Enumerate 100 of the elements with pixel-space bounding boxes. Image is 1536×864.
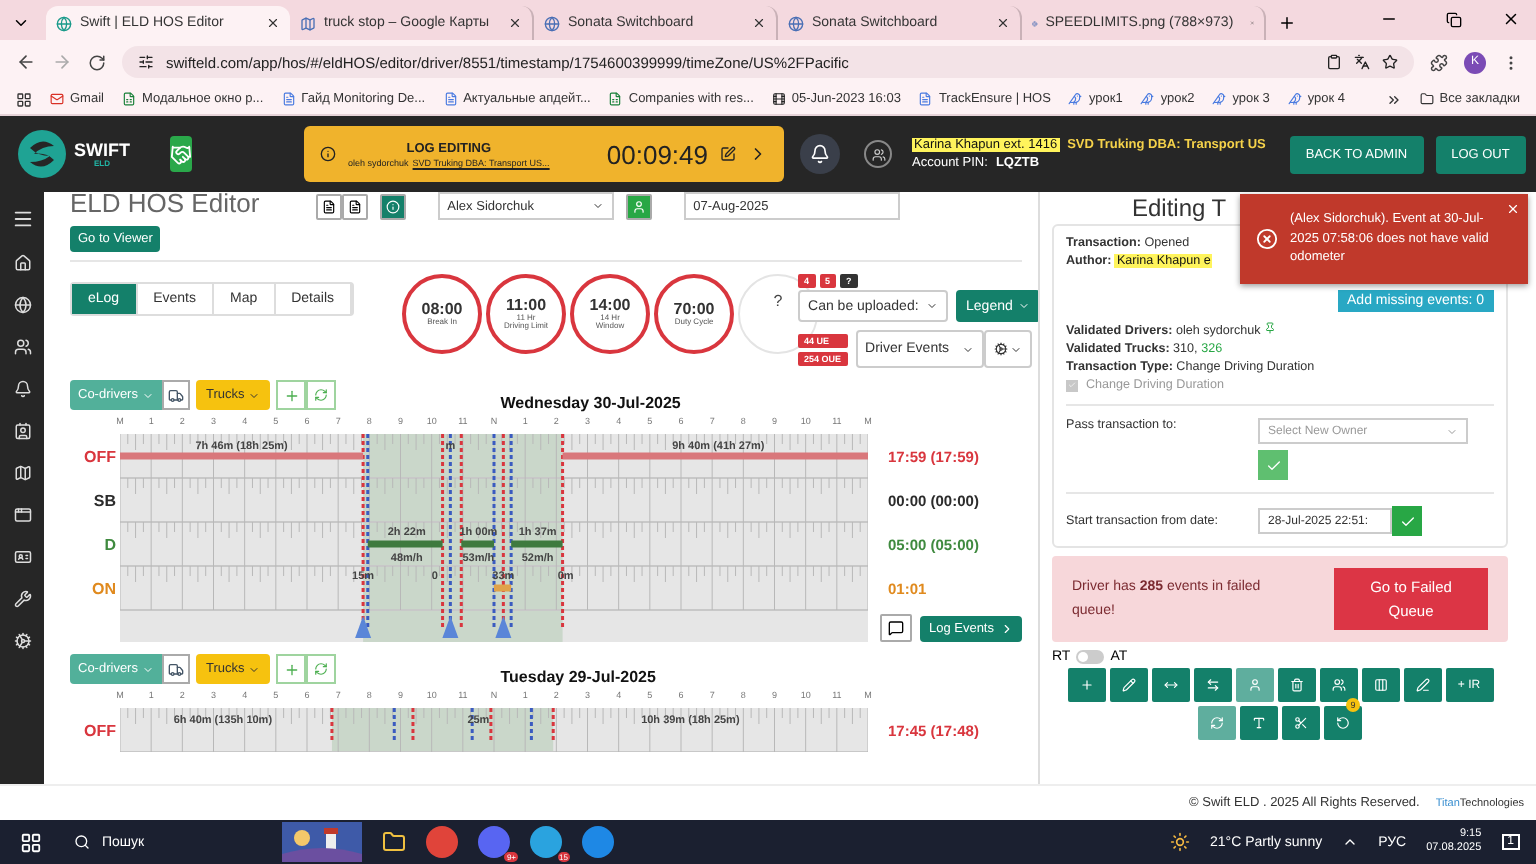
info-icon[interactable] [320, 146, 336, 162]
rt-at-toggle[interactable] [1076, 650, 1105, 664]
location-marker-icon[interactable] [355, 616, 372, 638]
notifications-button[interactable] [800, 134, 840, 174]
extensions-icon[interactable] [1430, 53, 1448, 71]
bird-icon [1212, 92, 1227, 106]
bell-icon[interactable] [13, 380, 31, 398]
caret-icon [961, 343, 974, 355]
pencil-icon [1121, 678, 1135, 692]
trash-icon [1289, 678, 1303, 692]
toolbar-button[interactable] [1109, 668, 1147, 702]
toolbar-button[interactable] [1193, 668, 1231, 702]
spreadsheet-icon [608, 92, 623, 106]
settings-icon[interactable] [13, 632, 31, 650]
phone-app-icon[interactable] [582, 826, 614, 858]
document-button[interactable] [315, 193, 342, 219]
tray-icon[interactable] [1342, 834, 1359, 850]
caret-icon [141, 663, 154, 675]
toolbar-button[interactable] [1361, 668, 1399, 702]
info-button[interactable] [379, 193, 406, 219]
caret-icon [1018, 300, 1031, 312]
user-icon [1247, 678, 1261, 692]
editing-timer: 00:09:49 [606, 139, 708, 169]
truck-button[interactable] [161, 380, 190, 410]
truck-button[interactable] [161, 654, 190, 684]
close-icon[interactable] [1502, 10, 1520, 28]
close-icon[interactable] [508, 16, 522, 30]
restore-icon[interactable] [1446, 12, 1462, 28]
toolbar-button[interactable] [1319, 668, 1357, 702]
tab-list-icon[interactable] [12, 14, 30, 32]
error-icon [1256, 228, 1278, 250]
home-icon[interactable] [13, 254, 31, 272]
close-button[interactable] [1506, 202, 1520, 216]
close-icon[interactable] [266, 16, 280, 30]
columns-icon [1373, 678, 1387, 692]
globe-icon [788, 15, 804, 31]
toolbar-button[interactable] [1240, 706, 1278, 740]
plus-icon [283, 387, 300, 403]
globe-icon[interactable] [13, 296, 31, 314]
swap-icon [1205, 678, 1219, 692]
apps-icon[interactable] [16, 91, 32, 107]
folder-icon [1419, 92, 1434, 106]
start-icon[interactable] [20, 831, 42, 853]
menu-icon[interactable] [11, 208, 33, 230]
page-title: ELD HOS Editor [70, 192, 260, 218]
settings-dropdown[interactable] [983, 330, 1032, 368]
search-icon [74, 834, 90, 850]
toolbar-button[interactable] [1067, 668, 1105, 702]
map-icon[interactable] [13, 464, 31, 482]
folder-icon[interactable] [382, 830, 406, 854]
handshake-icon [170, 143, 192, 165]
location-marker-icon[interactable] [495, 616, 512, 638]
new-tab-icon[interactable] [1278, 14, 1296, 32]
toolbar-button[interactable] [1277, 668, 1315, 702]
user-button[interactable] [625, 193, 652, 219]
contact-icon[interactable] [13, 422, 31, 440]
document-icon [281, 92, 296, 106]
wrench-icon[interactable] [13, 590, 31, 608]
account-switch-button[interactable] [864, 140, 892, 168]
check-icon [1399, 513, 1415, 529]
handshake-button[interactable] [170, 136, 192, 172]
back-icon[interactable] [16, 52, 36, 72]
bookmark-star-icon[interactable] [1382, 54, 1398, 70]
refresh-icon [1210, 716, 1224, 730]
comment-icon [888, 620, 905, 636]
more-bookmarks-icon[interactable] [1385, 91, 1402, 107]
day-title: Wednesday 30-Jul-2025 [500, 394, 681, 412]
toolbar-button[interactable] [1151, 668, 1189, 702]
reload-icon[interactable] [88, 53, 106, 71]
clock-time: 08:00 [421, 302, 463, 318]
clock-time: 70:00 [673, 302, 715, 318]
panel-title: Editing T [1132, 194, 1227, 222]
check-icon [1265, 457, 1281, 473]
toolbar-button[interactable] [1282, 706, 1320, 740]
caret-icon [1446, 425, 1458, 437]
close-icon[interactable] [752, 16, 766, 30]
mail-icon [50, 92, 64, 106]
duty-status-label: ON [90, 577, 116, 601]
users-icon[interactable] [13, 338, 31, 356]
comment-button[interactable] [880, 614, 913, 642]
duty-status-label: OFF [82, 719, 116, 743]
day-title: Tuesday 29-Jul-2025 [500, 668, 656, 686]
browser-app-icon[interactable] [426, 826, 458, 858]
close-icon[interactable] [996, 16, 1010, 30]
edit-icon[interactable] [720, 146, 736, 162]
window-icon[interactable] [13, 506, 31, 524]
location-marker-icon[interactable] [442, 616, 459, 638]
toolbar-button[interactable] [1403, 668, 1441, 702]
clipboard-icon[interactable] [1326, 54, 1342, 70]
map-icon [300, 15, 316, 31]
site-settings-icon[interactable] [138, 54, 154, 70]
id-card-icon[interactable] [13, 548, 31, 566]
document-icon [443, 92, 458, 106]
page-button[interactable] [341, 193, 368, 219]
chevron-right-icon [1000, 621, 1014, 635]
pen-icon [1415, 678, 1429, 692]
bird-icon [1287, 92, 1302, 106]
caret-icon [248, 389, 261, 401]
film-icon [771, 92, 786, 106]
translate-icon[interactable] [1354, 54, 1370, 70]
